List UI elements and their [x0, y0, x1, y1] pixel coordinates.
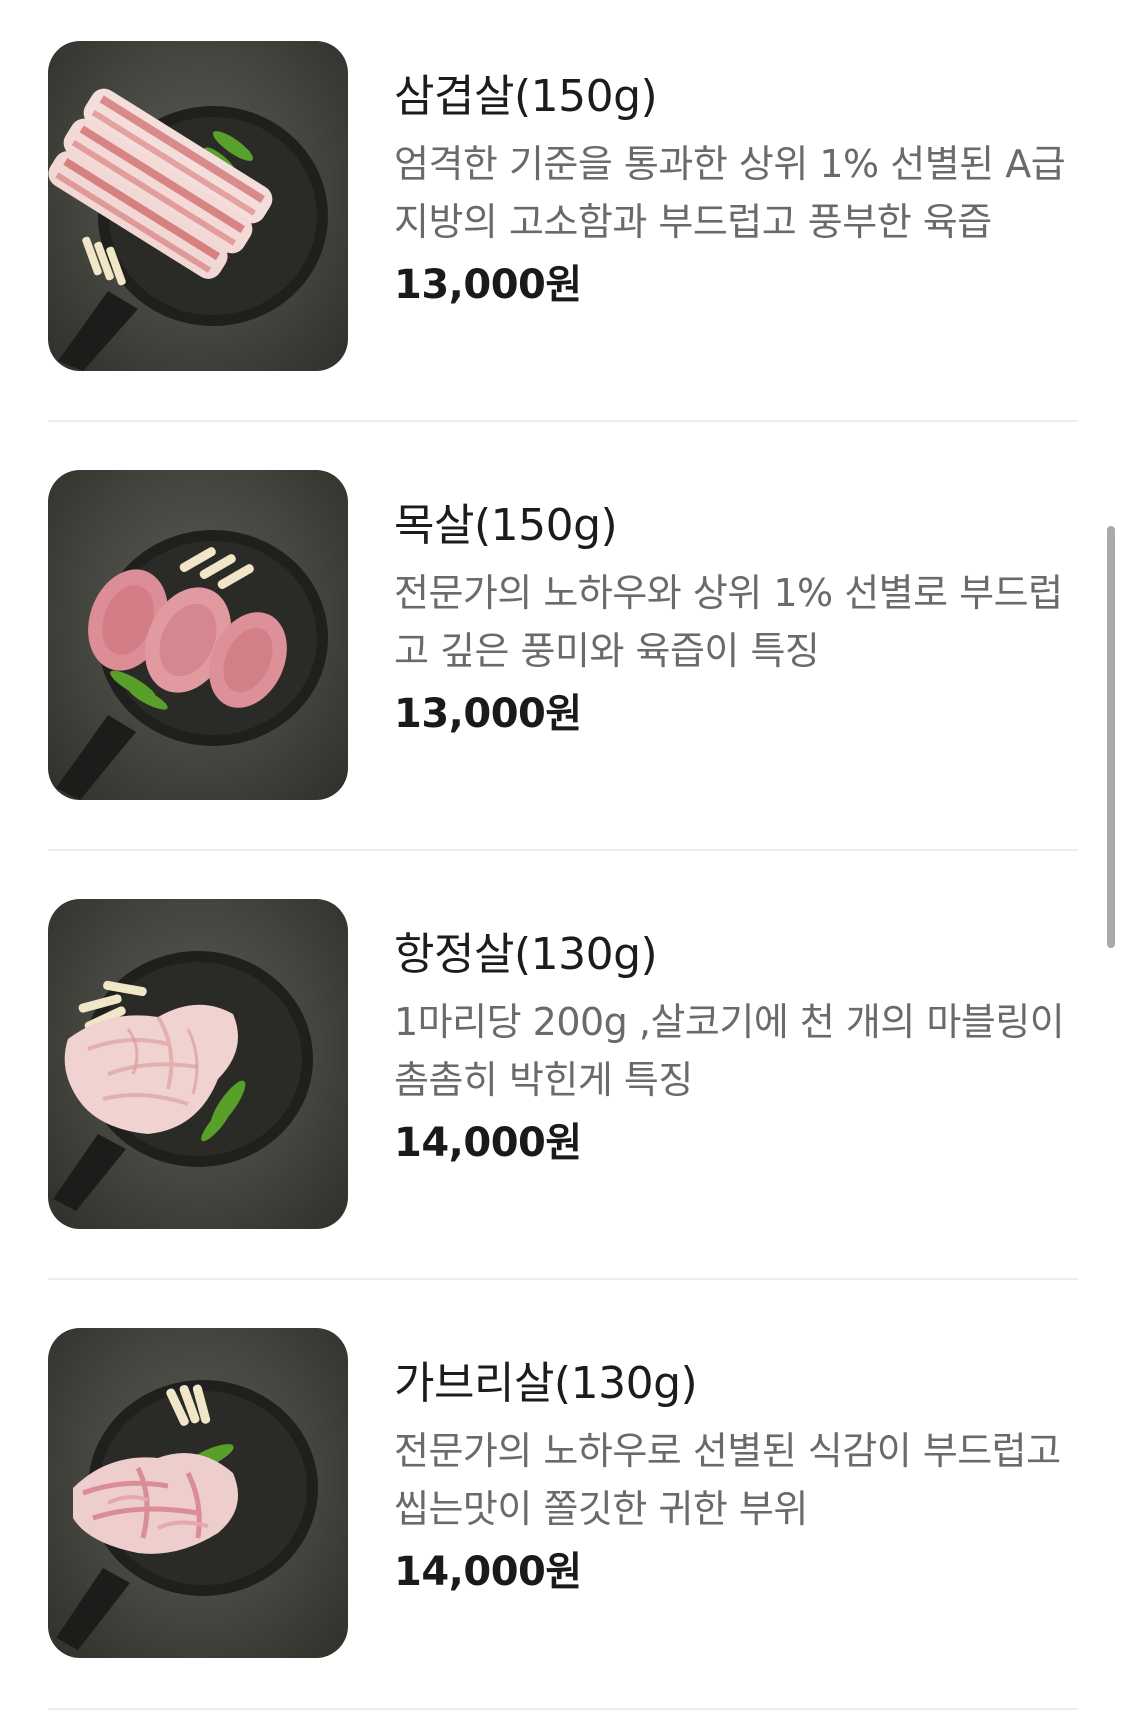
pork-belly-photo	[48, 88, 328, 371]
item-divider	[48, 1708, 1078, 1710]
item-divider	[48, 849, 1078, 851]
menu-item-hangjeongsal[interactable]: 항정살(130g) 1마리당 200g ,살코기에 천 개의 마블링이 촘촘히 …	[48, 899, 1078, 1229]
menu-item-price: 14,000원	[394, 1120, 582, 1166]
item-divider	[48, 420, 1078, 422]
menu-item-info: 목살(150g) 전문가의 노하우와 상위 1% 선별로 부드럽고 깊은 풍미와…	[394, 498, 1084, 742]
menu-item-photo[interactable]	[48, 470, 348, 800]
menu-item-moksal[interactable]: 목살(150g) 전문가의 노하우와 상위 1% 선별로 부드럽고 깊은 풍미와…	[48, 470, 1078, 800]
menu-item-photo[interactable]	[48, 899, 348, 1229]
menu-item-photo[interactable]	[48, 1328, 348, 1658]
menu-item-price: 13,000원	[394, 691, 582, 737]
menu-item-info: 항정살(130g) 1마리당 200g ,살코기에 천 개의 마블링이 촘촘히 …	[394, 927, 1084, 1171]
menu-item-name: 목살(150g)	[394, 500, 618, 551]
pork-neck-photo	[56, 530, 328, 800]
pork-shoulder-cap-photo	[56, 1380, 318, 1650]
menu-item-description: 전문가의 노하우와 상위 1% 선별로 부드럽고 깊은 풍미와 육즙이 특징	[394, 571, 1063, 673]
menu-item-info: 삼겹살(150g) 엄격한 기준을 통과한 상위 1% 선별된 A급 지방의 고…	[394, 69, 1084, 313]
menu-item-description: 엄격한 기준을 통과한 상위 1% 선별된 A급 지방의 고소함과 부드럽고 풍…	[394, 142, 1066, 244]
item-divider	[48, 1278, 1078, 1280]
menu-item-gabrisal[interactable]: 가브리살(130g) 전문가의 노하우로 선별된 식감이 부드럽고 씹는맛이 쫄…	[48, 1328, 1078, 1658]
menu-item-name: 가브리살(130g)	[394, 1358, 698, 1409]
vertical-scrollbar[interactable]	[1107, 526, 1115, 948]
menu-item-info: 가브리살(130g) 전문가의 노하우로 선별된 식감이 부드럽고 씹는맛이 쫄…	[394, 1356, 1084, 1600]
menu-item-price: 14,000원	[394, 1549, 582, 1595]
menu-item-price: 13,000원	[394, 262, 582, 308]
menu-item-description: 전문가의 노하우로 선별된 식감이 부드럽고 씹는맛이 쫄깃한 귀한 부위	[394, 1429, 1061, 1531]
pork-jowl-photo	[53, 951, 313, 1211]
menu-item-photo[interactable]	[48, 41, 348, 371]
menu-item-description: 1마리당 200g ,살코기에 천 개의 마블링이 촘촘히 박힌게 특징	[394, 1000, 1065, 1102]
menu-item-samgyeopsal[interactable]: 삼겹살(150g) 엄격한 기준을 통과한 상위 1% 선별된 A급 지방의 고…	[48, 41, 1078, 371]
menu-item-name: 항정살(130g)	[394, 929, 658, 980]
menu-item-name: 삼겹살(150g)	[394, 71, 658, 122]
